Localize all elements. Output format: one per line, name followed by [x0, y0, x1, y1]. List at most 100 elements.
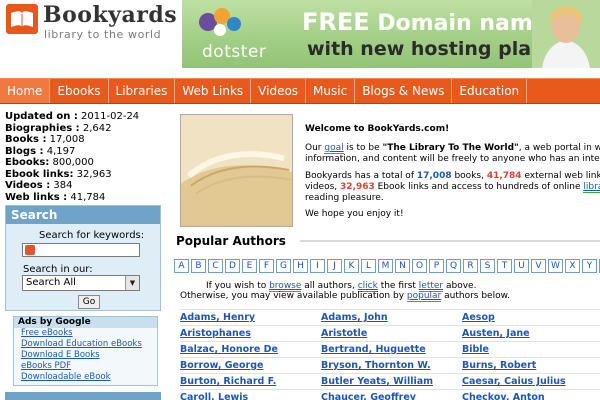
letter-m[interactable]: M — [378, 259, 393, 273]
banner-domain: Domain name — [377, 11, 548, 36]
banner-free: FREE — [302, 8, 370, 36]
chevron-down-icon[interactable]: ▼ — [125, 276, 139, 290]
search-scope-value: Search All — [26, 277, 76, 288]
stat-blogs: Blogs : 4,197 — [5, 145, 76, 157]
browse-instruction: If you wish to browse all authors, click… — [206, 281, 477, 292]
author-link[interactable]: Chaucer, Geoffrey — [321, 390, 462, 400]
banner-brand: dotster — [202, 42, 267, 62]
letter-d[interactable]: D — [225, 259, 240, 273]
table-row: Caroll, Lewis Chaucer, Geoffrey Checkov, A… — [180, 389, 600, 400]
author-link[interactable]: Borrow, George — [180, 358, 321, 373]
ad-link[interactable]: Free eBooks — [14, 328, 157, 339]
letter-w[interactable]: W — [548, 259, 563, 273]
author-link[interactable]: Bryson, Thornton W. — [321, 358, 462, 373]
left-bottom-panel-header — [5, 392, 161, 400]
letter-b[interactable]: B — [191, 259, 206, 273]
letter-o[interactable]: O — [412, 259, 427, 273]
ad-link[interactable]: Downloadable eBook — [14, 372, 157, 383]
nav-item-music[interactable]: Music — [306, 79, 356, 103]
author-link[interactable]: Caroll, Lewis — [180, 390, 321, 400]
search-scope-select[interactable]: Search All ▼ — [22, 275, 140, 291]
site-logo[interactable]: Bookyards library to the world — [0, 0, 178, 72]
author-link[interactable]: Aristotle — [321, 326, 462, 341]
author-link[interactable]: Adams, John — [321, 310, 462, 325]
ebook-links-count: 32,963 — [340, 182, 375, 192]
letter-l[interactable]: L — [361, 259, 376, 273]
nav-item-videos[interactable]: Videos — [251, 79, 307, 103]
main-nav: Home Ebooks Libraries Web Links Videos Music B… — [0, 78, 600, 104]
letter-y[interactable]: Y — [582, 259, 597, 273]
alphabet-bar: ABCDEFGHIJKLMNOPQRSTUVWXYZ — [174, 259, 600, 273]
logo-tagline: library to the world — [44, 28, 162, 41]
author-link[interactable]: Burns, Robert — [462, 358, 600, 373]
banner-subline: with new hosting plans — [307, 38, 556, 60]
nav-item-web-links[interactable]: Web Links — [175, 79, 252, 103]
letter-k[interactable]: K — [344, 259, 359, 273]
nav-item-libraries[interactable]: Libraries — [109, 79, 176, 103]
letter-x[interactable]: X — [565, 259, 580, 273]
libraries-link[interactable]: libraries — [583, 182, 600, 193]
search-panel: Search Search for keywords: Search in ou… — [5, 205, 161, 311]
letter-u[interactable]: U — [514, 259, 529, 273]
author-link[interactable]: Bertrand, Huguette — [321, 342, 462, 357]
table-row: Adams, Henry Adams, John Aesop — [180, 309, 600, 325]
keywords-label: Search for keywords: — [39, 230, 145, 241]
open-book-image — [180, 114, 293, 227]
popular-instruction: Otherwise, you may view available public… — [180, 291, 510, 302]
ad-banner[interactable]: dotster FREE Domain name with new hostin… — [182, 0, 600, 68]
nav-item-ebooks[interactable]: Ebooks — [50, 79, 109, 103]
letter-r[interactable]: R — [463, 259, 478, 273]
stat-ebook-links: Ebook links: 32,963 — [5, 168, 112, 180]
banner-headline: FREE Domain name — [302, 8, 548, 36]
letter-i[interactable]: I — [310, 259, 325, 273]
author-link[interactable]: Bible — [462, 342, 600, 357]
ad-link[interactable]: eBooks PDF — [14, 361, 157, 372]
ad-link[interactable]: Download Education eBooks — [14, 339, 157, 350]
letter-q[interactable]: Q — [446, 259, 461, 273]
go-button[interactable]: Go — [78, 295, 100, 309]
author-link[interactable]: Caesar, Caius Julius — [462, 374, 600, 389]
author-link[interactable]: Checkov, Anton — [462, 390, 600, 400]
nav-item-home[interactable]: Home — [0, 79, 51, 103]
books-count: 17,008 — [416, 171, 452, 181]
stat-biographies: Biographies : 2,642 — [5, 122, 112, 134]
search-input[interactable] — [22, 243, 140, 257]
letter-a[interactable]: A — [174, 259, 189, 273]
letter-p[interactable]: P — [429, 259, 444, 273]
ads-title[interactable]: Ads by Google — [14, 317, 157, 328]
logo-name: Bookyards — [43, 2, 178, 28]
author-link[interactable]: Balzac, Honore De — [180, 342, 321, 357]
letter-f[interactable]: F — [259, 259, 274, 273]
author-link[interactable]: Adams, Henry — [180, 310, 321, 325]
letter-t[interactable]: T — [497, 259, 512, 273]
site-stats: Updated on : 2011-02-24 Biographies : 2,… — [5, 111, 160, 203]
popular-link[interactable]: popular — [406, 291, 442, 302]
letter-v[interactable]: V — [531, 259, 546, 273]
author-link[interactable]: Butler Yeats, William — [321, 374, 462, 389]
search-in-label: Search in our: — [23, 264, 93, 275]
letter-c[interactable]: C — [208, 259, 223, 273]
author-link[interactable]: Aesop — [462, 310, 600, 325]
links-count: 41,784 — [486, 171, 522, 181]
popular-authors-title: Popular Authors — [176, 234, 286, 248]
goal-link[interactable]: goal — [324, 143, 344, 154]
stat-ebooks: Ebooks: 800,000 — [5, 157, 94, 168]
letter-j[interactable]: J — [327, 259, 342, 273]
nav-item-blogs-news[interactable]: Blogs & News — [355, 79, 453, 103]
author-link[interactable]: Aristophanes — [180, 326, 321, 341]
letter-e[interactable]: E — [242, 259, 257, 273]
ad-link[interactable]: Download E Books — [14, 350, 157, 361]
stat-updated: Updated on : 2011-02-24 — [5, 111, 140, 122]
intro-paragraph: Our goal is to be "The Library To The Wo… — [305, 143, 600, 164]
letter-g[interactable]: G — [276, 259, 291, 273]
author-link[interactable]: Burton, Richard F. — [180, 374, 321, 389]
google-ads-panel: Ads by Google Free eBooks Download Educa… — [13, 316, 158, 386]
table-row: Borrow, George Bryson, Thornton W. Burns, … — [180, 357, 600, 373]
letter-n[interactable]: N — [395, 259, 410, 273]
nav-item-education[interactable]: Education — [452, 79, 528, 103]
authors-table: Adams, Henry Adams, John Aesop Aristophanes… — [180, 309, 600, 400]
totals-paragraph: Bookyards has a total of 17,008 books, 4… — [305, 171, 600, 204]
letter-s[interactable]: S — [480, 259, 495, 273]
letter-h[interactable]: H — [293, 259, 308, 273]
author-link[interactable]: Austen, Jane — [462, 326, 600, 341]
